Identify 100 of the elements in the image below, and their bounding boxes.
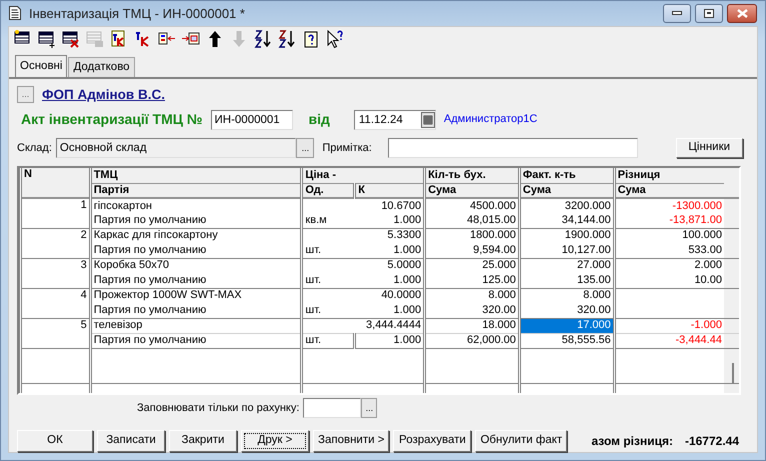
column-header: Од. xyxy=(302,183,355,198)
note-field[interactable] xyxy=(388,138,638,158)
dialog-button[interactable]: Друк > xyxy=(241,430,309,452)
item-name: Коробка 50x70 xyxy=(90,258,302,273)
batch-name: Партия по умолчанию xyxy=(90,303,302,318)
batch-name: Партия по умолчанию xyxy=(90,333,302,348)
organization-link[interactable]: ФОП Адмінов В.С. xyxy=(42,84,165,105)
price-cell: 40.0000 xyxy=(302,288,425,303)
column-header: Факт. к-ть xyxy=(519,168,614,183)
row-number: 3 xyxy=(20,258,90,288)
table-add-button[interactable] xyxy=(37,28,57,49)
sum-cell: 135.00 xyxy=(519,273,614,288)
sum-cell: 62,000.00 xyxy=(424,333,520,348)
window-title: Інвентаризація ТМЦ - ИН-0000001 * xyxy=(29,4,246,23)
unit-cell: шт. xyxy=(302,333,355,348)
restore-icon xyxy=(704,8,714,18)
quantity-cell: 1800.000 xyxy=(424,228,520,243)
table-copy-icon xyxy=(85,28,105,49)
sum-cell: 34,144.00 xyxy=(519,213,614,228)
total-difference-label: азом різниця: xyxy=(591,433,673,450)
sum-cell: 10,127.00 xyxy=(519,243,614,258)
sort-ascending-button[interactable] xyxy=(253,28,273,49)
dialog-button[interactable]: Закрити xyxy=(169,430,237,452)
dialog-button[interactable]: Обнулити факт xyxy=(475,430,568,452)
select-button[interactable]: ... xyxy=(296,138,314,158)
total-difference-value: -16772.44 xyxy=(684,433,739,450)
sum-cell: 125.00 xyxy=(424,273,520,288)
column-header: Різниця xyxy=(614,168,724,183)
column-header: ТМЦ xyxy=(90,168,302,183)
dialog-button[interactable]: Записати xyxy=(97,430,165,452)
pointer-help-button[interactable] xyxy=(325,28,345,49)
sort-descending-button[interactable] xyxy=(277,28,297,49)
row-number: 5 xyxy=(20,318,90,348)
sum-cell: 58,555.56 xyxy=(519,333,614,348)
account-filter-label: Заповнювати тільки по рахунку: xyxy=(137,400,300,416)
table-delete-button[interactable] xyxy=(61,28,81,49)
scrollbar-thumb[interactable] xyxy=(732,363,734,383)
quantity-cell: 8.000 xyxy=(519,288,614,303)
row-number: 1 xyxy=(20,198,90,228)
coefficient-cell: 1.000 xyxy=(354,243,425,258)
unit-cell: шт. xyxy=(302,303,355,318)
sort-ascending-icon xyxy=(253,28,273,49)
column-header: Сума xyxy=(519,183,614,198)
quantity-cell: 8.000 xyxy=(424,288,520,303)
quantity-cell: 4500.000 xyxy=(424,198,520,213)
coefficient-cell: 1.000 xyxy=(354,333,425,348)
maximize-button[interactable] xyxy=(695,4,723,23)
dialog-button[interactable]: ОК xyxy=(17,430,93,452)
sum-cell: 9,594.00 xyxy=(424,243,520,258)
batch-name: Партия по умолчанию xyxy=(90,273,302,288)
column-header: N xyxy=(20,168,90,198)
select-button[interactable]: ... xyxy=(17,86,34,104)
close-icon xyxy=(736,8,748,18)
dialog-button[interactable]: Розрахувати xyxy=(393,430,472,452)
date-field[interactable]: 11.12.24 xyxy=(354,110,436,130)
close-button[interactable] xyxy=(727,4,757,23)
sum-cell: 48,015.00 xyxy=(424,213,520,228)
batch-name: Партия по умолчанию xyxy=(90,213,302,228)
row-number: 2 xyxy=(20,228,90,258)
column-header: К xyxy=(354,183,425,198)
select-button[interactable]: ... xyxy=(361,398,378,418)
unit-cell: кв.м xyxy=(302,213,355,228)
price-tags-button[interactable]: Цінники xyxy=(676,138,743,158)
date-label: від xyxy=(308,110,330,129)
column-header: Ціна - xyxy=(302,168,425,183)
coefficient-cell: 1.000 xyxy=(354,273,425,288)
tab[interactable]: Основні xyxy=(15,54,68,77)
column-header: Кіл-ть бух. xyxy=(424,168,520,183)
author-name: Администратор1С xyxy=(444,112,538,128)
warehouse-field[interactable]: Основной склад xyxy=(56,138,296,158)
unit-cell: шт. xyxy=(302,243,355,258)
quantity-cell: 17.000 xyxy=(519,318,614,333)
price-cell: 5.0000 xyxy=(302,258,425,273)
tab[interactable]: Додатково xyxy=(68,56,135,77)
minimize-button[interactable] xyxy=(663,4,691,23)
minimize-icon xyxy=(672,11,682,16)
unit-cell: шт. xyxy=(302,273,355,288)
item-name: телевізор xyxy=(90,318,302,333)
quantity-cell: 25.000 xyxy=(424,258,520,273)
quantity-cell: 1900.000 xyxy=(519,228,614,243)
price-cell: 10.6700 xyxy=(302,198,425,213)
item-name: Каркас для гіпсокартону xyxy=(90,228,302,243)
warehouse-label: Склад: xyxy=(17,140,52,156)
note-label: Примітка: xyxy=(322,140,372,156)
item-name: гіпсокартон xyxy=(90,198,302,213)
number-field[interactable]: ИН-0000001 xyxy=(210,110,292,130)
pointer-help-icon xyxy=(325,28,345,49)
account-field[interactable] xyxy=(303,398,362,418)
item-name: Прожектор 1000W SWT-MAX xyxy=(90,288,302,303)
table-delete-icon xyxy=(61,28,81,49)
row-number: 4 xyxy=(20,288,90,318)
column-header: Сума xyxy=(614,183,724,198)
price-cell: 3,444.4444 xyxy=(302,318,425,333)
column-header: Сума xyxy=(424,183,520,198)
quantity-cell: 3200.000 xyxy=(519,198,614,213)
document-icon xyxy=(9,6,21,20)
calendar-icon xyxy=(420,112,435,128)
coefficient-cell: 1.000 xyxy=(354,303,425,318)
dialog-button[interactable]: Заповнити > xyxy=(313,430,390,452)
price-cell: 5.3300 xyxy=(302,228,425,243)
